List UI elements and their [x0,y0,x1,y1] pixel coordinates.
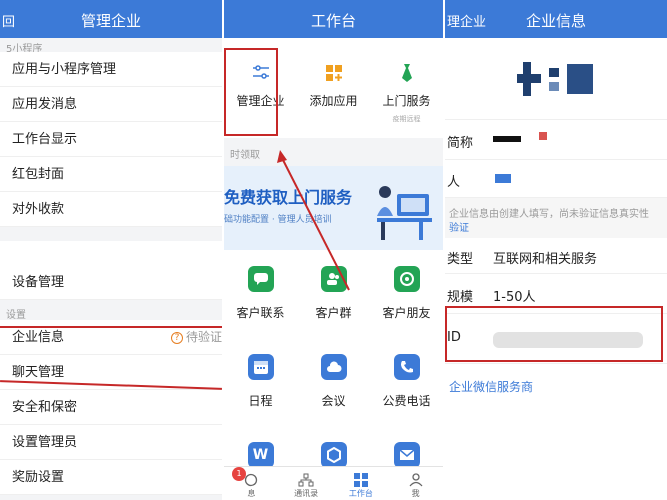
left-navbar: 回 管理企业 [0,0,222,38]
industry-row: 类型 互联网和相关服务 [445,238,667,274]
row-device-management[interactable]: 设备管理 [0,265,222,300]
page-title: 企业信息 [525,12,586,30]
industry-value: 互联网和相关服务 [493,252,598,267]
company-logo-area [445,38,667,120]
company-logo-image [517,62,593,96]
row-app-message[interactable]: 应用发消息 [0,87,222,122]
section-label-settings: 设置 [6,310,26,321]
row-app-management[interactable]: 应用与小程序管理 [0,52,222,87]
row-label: 工作台显示 [12,132,78,147]
divider [0,227,222,241]
annotation-box [445,306,663,362]
company-info-panel: 理企业 企业信息 简称 人 企业信息由创建人填写，尚未验证信息真实性 验证 类型… [445,0,667,500]
right-navbar: 理企业 企业信息 [445,0,667,38]
row-label: 红包封面 [12,167,65,182]
row-label: 聊天管理 [12,365,65,380]
verify-link[interactable]: 验证 [449,223,469,234]
row-label: 设置管理员 [12,435,78,450]
settings-list: 应用与小程序管理 应用发消息 工作台显示 红包封面 对外收款 [0,52,222,227]
service-provider-link[interactable]: 企业微信服务商 [449,380,533,394]
annotation-arrow [277,150,350,291]
short-name-row: 简称 [445,120,667,160]
divider [0,241,222,265]
short-name-label: 简称 [447,136,474,151]
row-label: 应用发消息 [12,97,78,112]
row-set-admin[interactable]: 设置管理员 [0,425,222,460]
row-workbench-display[interactable]: 工作台显示 [0,122,222,157]
annotation-underline [0,326,222,328]
row-label: 安全和保密 [12,400,78,415]
row-red-packet-cover[interactable]: 红包封面 [0,157,222,192]
service-provider-row: 企业微信服务商 [445,364,667,407]
row-label: 企业信息 [12,330,65,345]
row-label: 设备管理 [12,275,65,290]
row-label: 对外收款 [12,202,65,217]
redacted-value [493,132,547,142]
note-text: 企业信息由创建人填写，尚未验证信息真实性 [449,209,649,220]
row-label: 应用与小程序管理 [12,62,117,77]
section-label-apps: 5小程序 [6,44,43,55]
verification-note: 企业信息由创建人填写，尚未验证信息真实性 验证 [445,198,667,238]
page-title: 管理企业 [80,12,141,30]
industry-label: 类型 [447,252,474,267]
row-reward-settings[interactable]: 奖励设置 [0,460,222,495]
scale-value: 1-50人 [493,290,536,305]
scale-label: 规模 [447,290,474,305]
creator-row: 人 [445,160,667,198]
question-icon: ? [170,331,183,344]
status-text: 待验证 [185,330,222,344]
row-external-payment[interactable]: 对外收款 [0,192,222,227]
creator-label: 人 [447,175,461,190]
row-label: 奖励设置 [12,470,65,485]
row-security[interactable]: 安全和保密 [0,390,222,425]
workbench-panel: 工作台 管理企业 添加应用 上门服务 疫期远程 时领取 免费获取上门服务 础功能… [224,0,443,500]
redacted-value [495,174,511,183]
manage-company-panel: 回 管理企业 5小程序 应用与小程序管理 应用发消息 工作台显示 红包封面 对外… [0,0,222,500]
